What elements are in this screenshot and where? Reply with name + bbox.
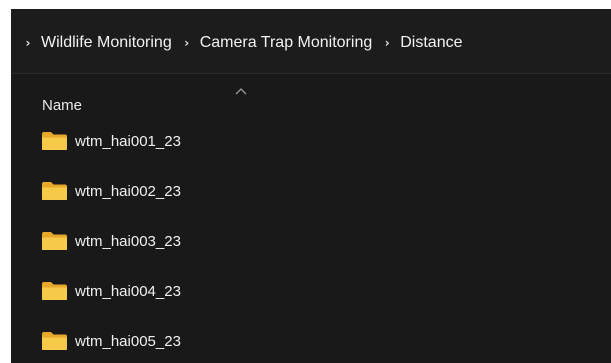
folder-icon (42, 282, 67, 300)
chevron-right-icon[interactable]: › (19, 36, 37, 50)
list-item[interactable]: wtm_hai004_23 (41, 277, 181, 305)
folder-icon (42, 232, 67, 250)
breadcrumb: › Wildlife Monitoring › Camera Trap Moni… (19, 32, 468, 54)
folder-icon (42, 182, 67, 200)
file-name: wtm_hai002_23 (75, 182, 181, 200)
breadcrumb-item-camera-trap-monitoring[interactable]: Camera Trap Monitoring (196, 34, 379, 52)
file-name: wtm_hai004_23 (75, 282, 181, 300)
folder-icon (42, 332, 67, 350)
file-name: wtm_hai001_23 (75, 132, 181, 150)
file-name: wtm_hai005_23 (75, 332, 181, 350)
file-explorer-window: › Wildlife Monitoring › Camera Trap Moni… (11, 9, 611, 363)
chevron-right-icon[interactable]: › (178, 36, 196, 50)
breadcrumb-item-distance[interactable]: Distance (396, 34, 468, 52)
chevron-right-icon[interactable]: › (378, 36, 396, 50)
column-header-name[interactable]: Name (42, 97, 82, 114)
list-item[interactable]: wtm_hai003_23 (41, 227, 181, 255)
address-bar[interactable]: › Wildlife Monitoring › Camera Trap Moni… (11, 9, 611, 74)
breadcrumb-item-wildlife-monitoring[interactable]: Wildlife Monitoring (37, 34, 178, 52)
list-item[interactable]: wtm_hai002_23 (41, 177, 181, 205)
list-item[interactable]: wtm_hai005_23 (41, 327, 181, 355)
list-item[interactable]: wtm_hai001_23 (41, 127, 181, 155)
chevron-up-icon (235, 88, 247, 95)
file-name: wtm_hai003_23 (75, 232, 181, 250)
folder-icon (42, 132, 67, 150)
